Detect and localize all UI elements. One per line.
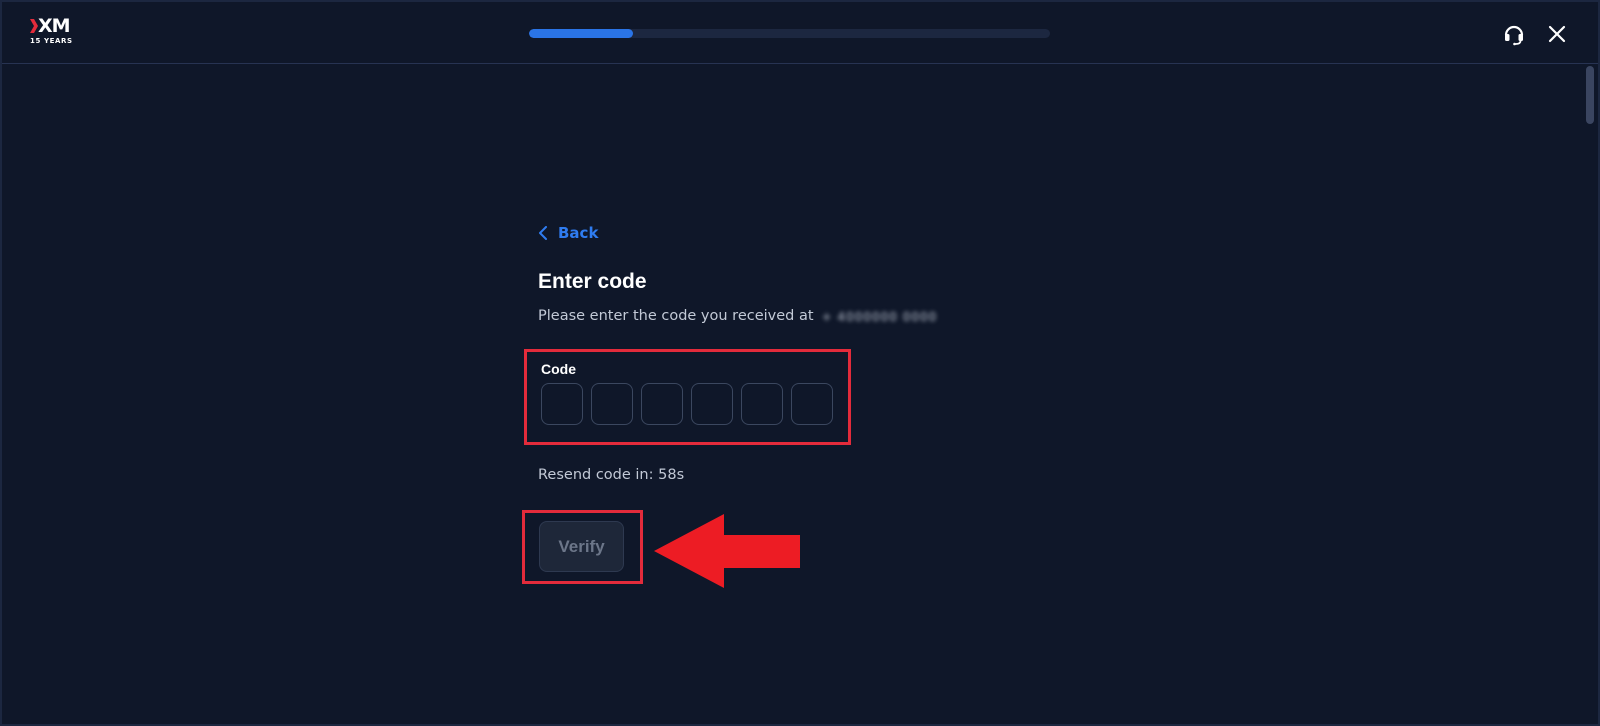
masked-contact: + 4000000 0000 xyxy=(821,310,938,322)
verify-button[interactable]: Verify xyxy=(539,521,624,572)
xm-logo: XM 15 YEARS xyxy=(30,16,76,50)
code-highlight-box: Code xyxy=(524,349,851,445)
verification-window: XM 15 YEARS Back Enter code Please enter… xyxy=(0,0,1600,726)
red-arrow-annotation xyxy=(654,514,800,588)
code-digit-3[interactable] xyxy=(641,383,683,425)
code-digit-4[interactable] xyxy=(691,383,733,425)
back-label: Back xyxy=(558,224,599,242)
page-title: Enter code xyxy=(538,270,647,293)
headset-icon xyxy=(1504,25,1524,46)
close-button[interactable] xyxy=(1543,20,1571,48)
close-icon xyxy=(1548,25,1566,43)
back-link[interactable]: Back xyxy=(538,220,958,246)
support-button[interactable] xyxy=(1500,20,1528,48)
scrollbar[interactable] xyxy=(1584,64,1596,724)
logo-caption: 15 YEARS xyxy=(30,37,73,45)
instructions: Please enter the code you received at + … xyxy=(538,308,958,324)
scrollbar-thumb[interactable] xyxy=(1586,66,1594,124)
verify-highlight-box: Verify xyxy=(522,510,643,584)
logo-chevron-icon xyxy=(30,19,38,33)
top-bar: XM 15 YEARS xyxy=(2,2,1598,64)
code-digit-6[interactable] xyxy=(791,383,833,425)
progress-bar xyxy=(529,29,1050,38)
code-digit-2[interactable] xyxy=(591,383,633,425)
resend-timer: Resend code in: 58s xyxy=(538,467,685,483)
code-form: Back Enter code Please enter the code yo… xyxy=(538,220,958,324)
code-digit-5[interactable] xyxy=(741,383,783,425)
logo-text: XM xyxy=(38,15,71,37)
instructions-text: Please enter the code you received at xyxy=(538,308,814,324)
code-digit-1[interactable] xyxy=(541,383,583,425)
progress-fill xyxy=(529,29,634,38)
code-label: Code xyxy=(541,361,576,377)
chevron-left-icon xyxy=(539,226,547,240)
code-input-group xyxy=(541,383,833,425)
